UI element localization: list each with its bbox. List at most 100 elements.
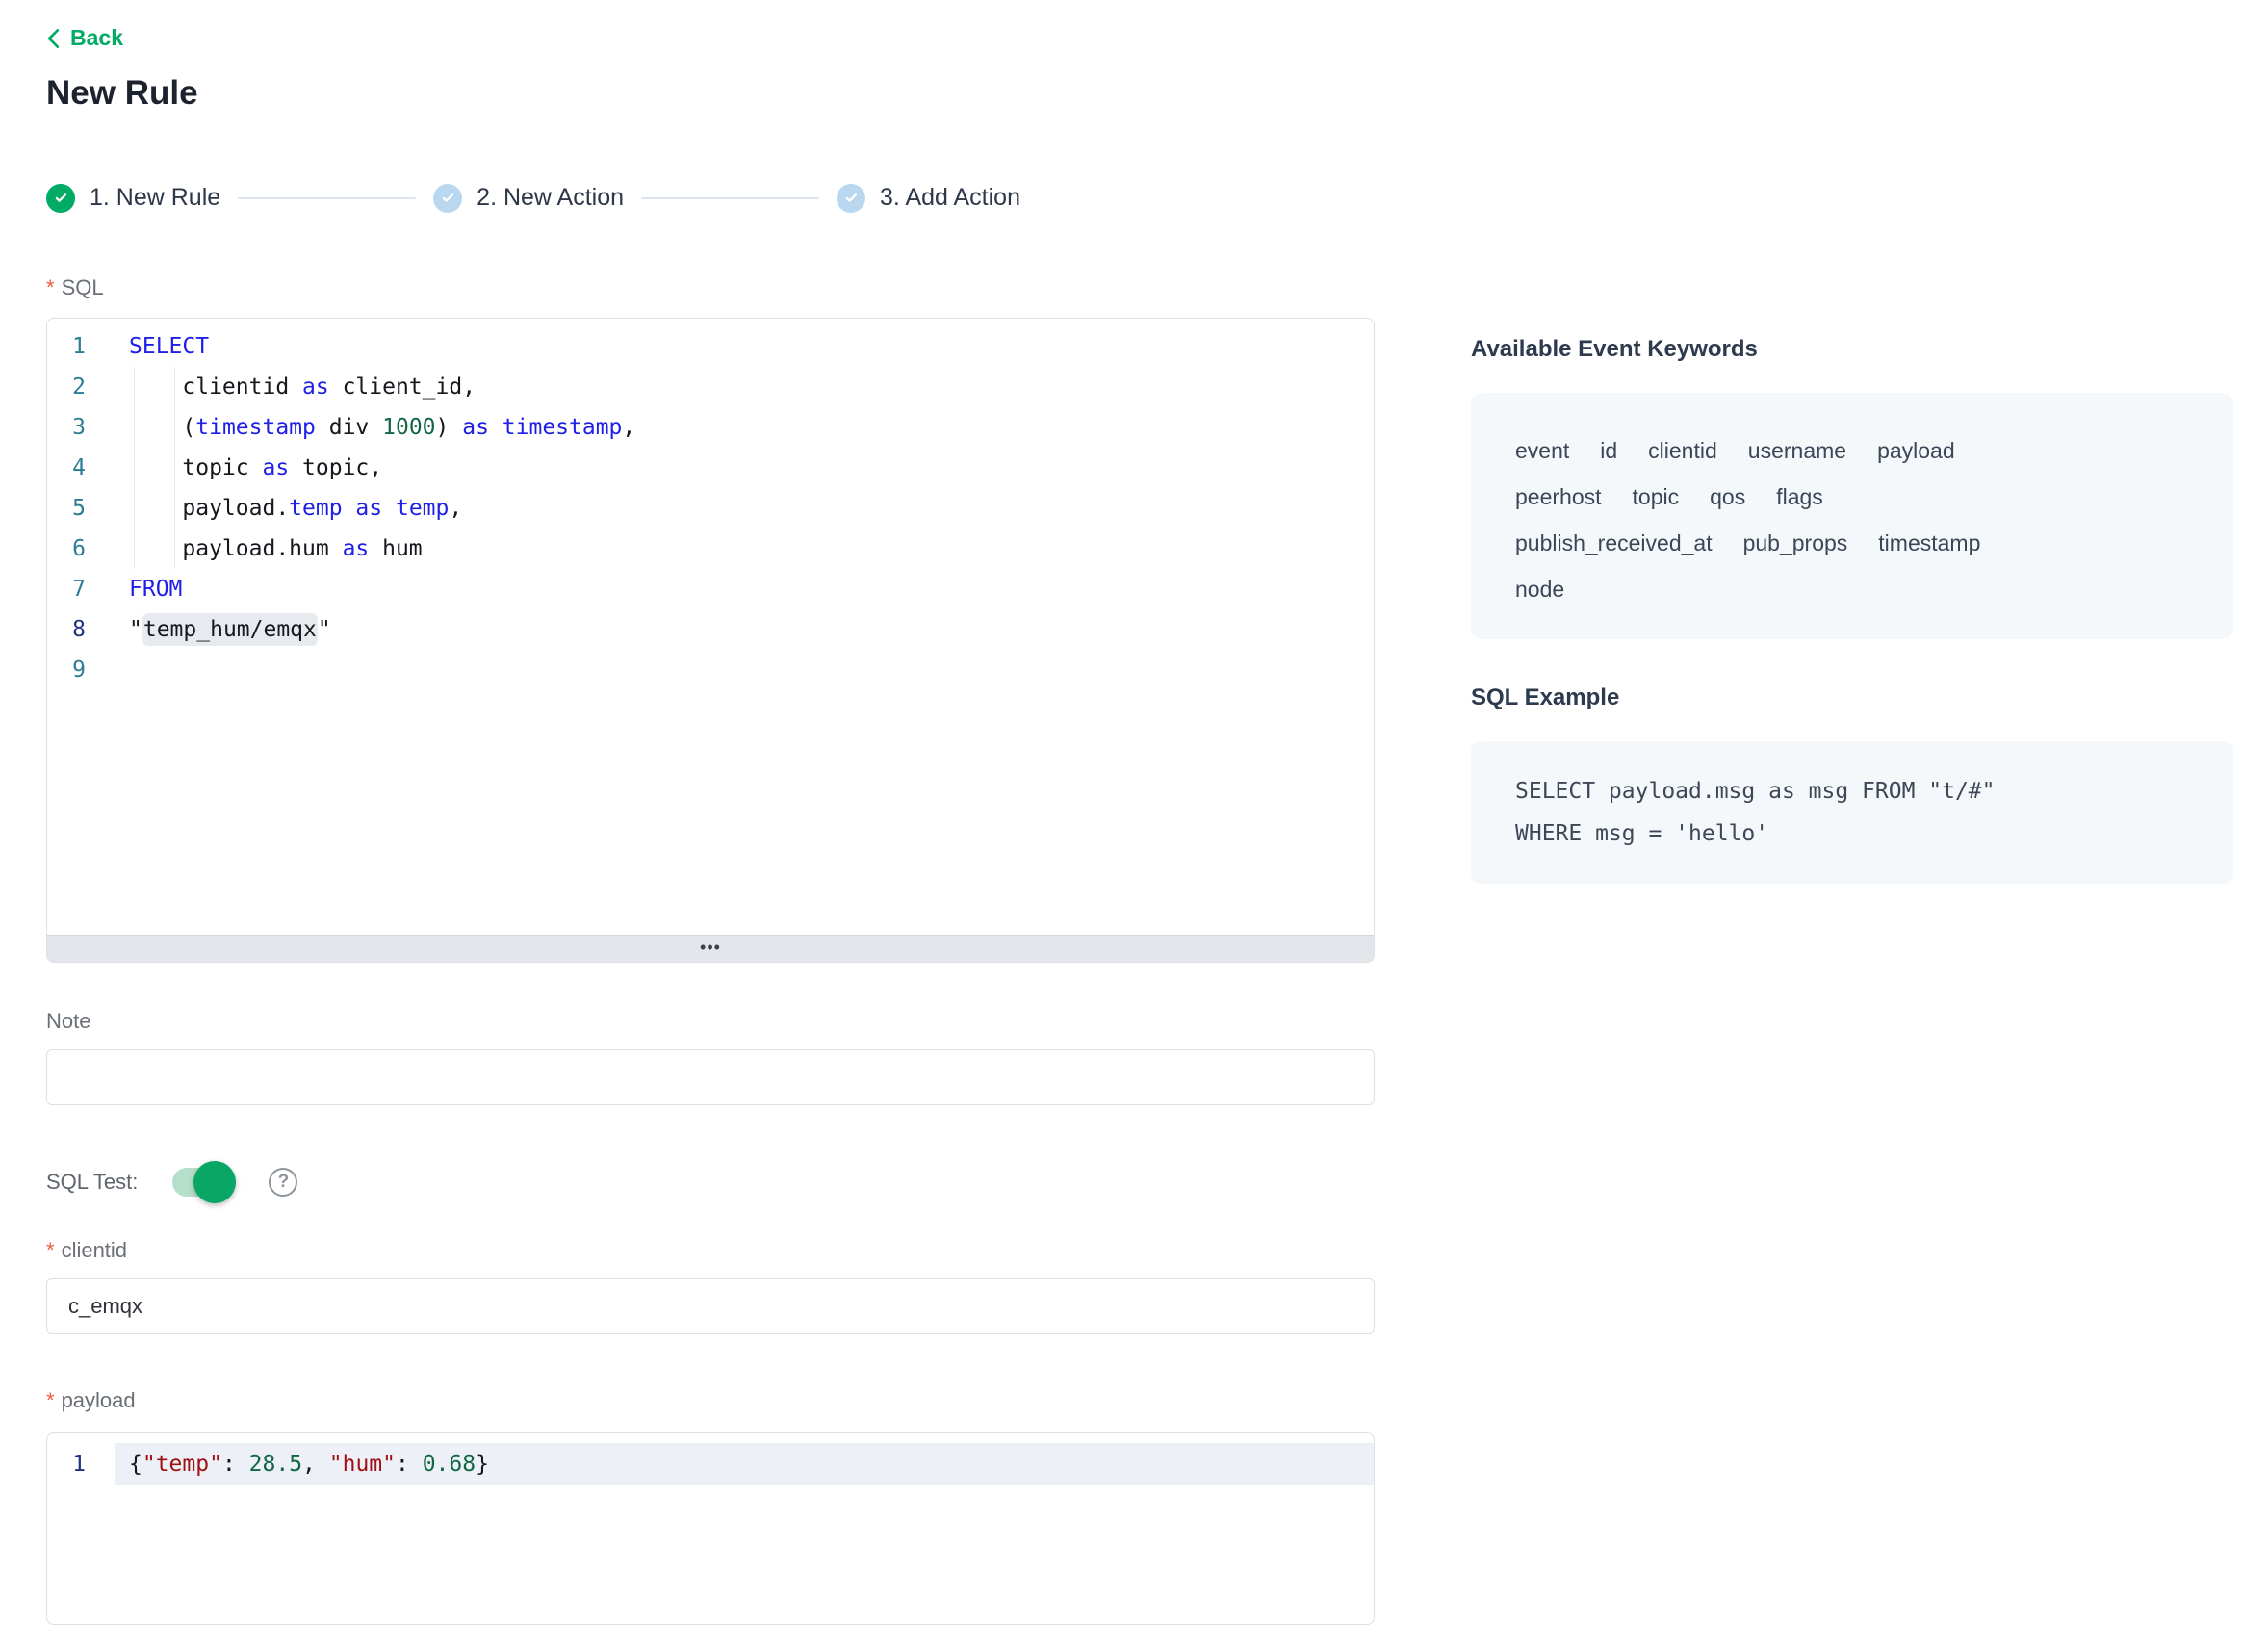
back-link[interactable]: Back: [46, 25, 123, 51]
page-title: New Rule: [46, 73, 2268, 114]
code-text: {"temp": 28.5, "hum": 0.68}: [115, 1443, 1374, 1485]
help-sidebar: Available Event Keywords eventidclientid…: [1471, 335, 2233, 884]
keyword-row: publish_received_at pub_props timestamp: [1515, 520, 2189, 566]
content-area: * SQL 1SELECT2 clientid as client_id,3 (…: [46, 275, 2268, 1625]
line-number: 8: [47, 609, 115, 650]
sql-editor[interactable]: 1SELECT2 clientid as client_id,3 (timest…: [46, 318, 1375, 963]
sql-example-line: SELECT payload.msg as msg FROM "t/#": [1515, 770, 2189, 812]
toggle-knob-icon: [193, 1161, 236, 1203]
keyword-row: peerhost topic qos flags: [1515, 474, 2189, 520]
step-connector: [238, 197, 416, 199]
keyword-item: timestamp: [1878, 520, 1980, 566]
step-label: 2. New Action: [477, 184, 624, 212]
indent-guide-line: [174, 407, 175, 448]
line-number: 7: [47, 569, 115, 609]
code-text: FROM: [115, 569, 1374, 609]
code-text: "temp_hum/emqx": [115, 609, 1374, 650]
step-check-icon: [433, 184, 462, 213]
code-line: 8"temp_hum/emqx": [47, 609, 1374, 650]
keyword-item: publish_received_at: [1515, 520, 1713, 566]
keywords-panel: eventidclientidusernamepayloadpeerhostto…: [1471, 393, 2233, 639]
line-number: 2: [47, 367, 115, 407]
keyword-item: payload: [1877, 427, 1955, 474]
sql-example-title: SQL Example: [1471, 684, 2233, 712]
line-number: 1: [47, 326, 115, 367]
keyword-item: node: [1515, 566, 1564, 612]
stepper-step-1[interactable]: 1. New Rule: [46, 184, 220, 213]
required-marker: *: [46, 1388, 55, 1413]
help-icon[interactable]: ?: [269, 1168, 297, 1197]
keyword-item: peerhost: [1515, 474, 1602, 520]
line-number: 4: [47, 448, 115, 488]
indent-guide-line: [134, 367, 135, 407]
code-line: 2 clientid as client_id,: [47, 367, 1374, 407]
indent-guide-line: [174, 488, 175, 529]
payload-block: * payload 1{"temp": 28.5, "hum": 0.68}: [46, 1388, 1375, 1625]
code-line: 5 payload.temp as temp,: [47, 488, 1374, 529]
indent-guide-line: [174, 529, 175, 569]
sql-editor-body: 1SELECT2 clientid as client_id,3 (timest…: [47, 319, 1374, 935]
payload-label: payload: [62, 1388, 136, 1413]
code-line: 3 (timestamp div 1000) as timestamp,: [47, 407, 1374, 448]
code-line: 7FROM: [47, 569, 1374, 609]
indent-guide-line: [134, 407, 135, 448]
required-marker: *: [46, 275, 55, 300]
rule-form: * SQL 1SELECT2 clientid as client_id,3 (…: [46, 275, 1375, 1625]
code-line: 1SELECT: [47, 326, 1374, 367]
indent-guide-line: [134, 529, 135, 569]
step-connector: [641, 197, 819, 199]
keyword-item: topic: [1633, 474, 1680, 520]
payload-field-label: * payload: [46, 1388, 1375, 1413]
keywords-title: Available Event Keywords: [1471, 335, 2233, 364]
code-line: 1{"temp": 28.5, "hum": 0.68}: [47, 1443, 1374, 1485]
note-field-label: Note: [46, 1009, 1375, 1034]
code-text: payload.temp as temp,: [115, 488, 1374, 529]
note-label: Note: [46, 1009, 90, 1034]
note-block: Note: [46, 1009, 1375, 1105]
sql-test-toggle[interactable]: [172, 1168, 234, 1197]
line-number: 5: [47, 488, 115, 529]
new-rule-page: Back New Rule 1. New Rule 2. New Action 3.…: [0, 0, 2268, 1625]
code-text: clientid as client_id,: [115, 367, 1374, 407]
code-text: [115, 650, 1374, 690]
keyword-item: id: [1600, 427, 1617, 474]
sql-field-label: * SQL: [46, 275, 1375, 300]
stepper-step-2[interactable]: 2. New Action: [433, 184, 624, 213]
clientid-input[interactable]: [46, 1278, 1375, 1334]
indent-guide-line: [174, 367, 175, 407]
line-number: 6: [47, 529, 115, 569]
step-check-icon: [46, 184, 75, 213]
line-number: 3: [47, 407, 115, 448]
code-line: 4 topic as topic,: [47, 448, 1374, 488]
clientid-field-label: * clientid: [46, 1238, 1375, 1263]
drag-dots-icon: •••: [700, 938, 721, 957]
step-check-icon: [837, 184, 865, 213]
chevron-left-icon: [46, 28, 61, 49]
clientid-block: * clientid: [46, 1238, 1375, 1334]
code-text: payload.hum as hum: [115, 529, 1374, 569]
sql-test-row: SQL Test: ?: [46, 1161, 1375, 1203]
code-text: (timestamp div 1000) as timestamp,: [115, 407, 1374, 448]
required-marker: *: [46, 1238, 55, 1263]
line-number: 1: [47, 1443, 115, 1485]
keyword-item: event: [1515, 427, 1569, 474]
payload-editor-body: 1{"temp": 28.5, "hum": 0.68}: [47, 1433, 1374, 1624]
sql-test-label: SQL Test:: [46, 1170, 138, 1195]
indent-guide-line: [134, 448, 135, 488]
sql-example-panel: SELECT payload.msg as msg FROM "t/#"WHER…: [1471, 741, 2233, 884]
keyword-item: pub_props: [1743, 520, 1848, 566]
step-label: 3. Add Action: [880, 184, 1020, 212]
keyword-item: username: [1748, 427, 1846, 474]
keyword-item: flags: [1776, 474, 1823, 520]
editor-resize-handle[interactable]: •••: [47, 935, 1374, 962]
keyword-item: qos: [1710, 474, 1745, 520]
code-line: 6 payload.hum as hum: [47, 529, 1374, 569]
code-line: 9: [47, 650, 1374, 690]
stepper-step-3[interactable]: 3. Add Action: [837, 184, 1020, 213]
payload-editor[interactable]: 1{"temp": 28.5, "hum": 0.68}: [46, 1432, 1375, 1625]
keyword-row: node: [1515, 566, 2189, 612]
sql-example-line: WHERE msg = 'hello': [1515, 812, 2189, 855]
step-label: 1. New Rule: [90, 184, 220, 212]
code-text: SELECT: [115, 326, 1374, 367]
note-input[interactable]: [46, 1049, 1375, 1105]
